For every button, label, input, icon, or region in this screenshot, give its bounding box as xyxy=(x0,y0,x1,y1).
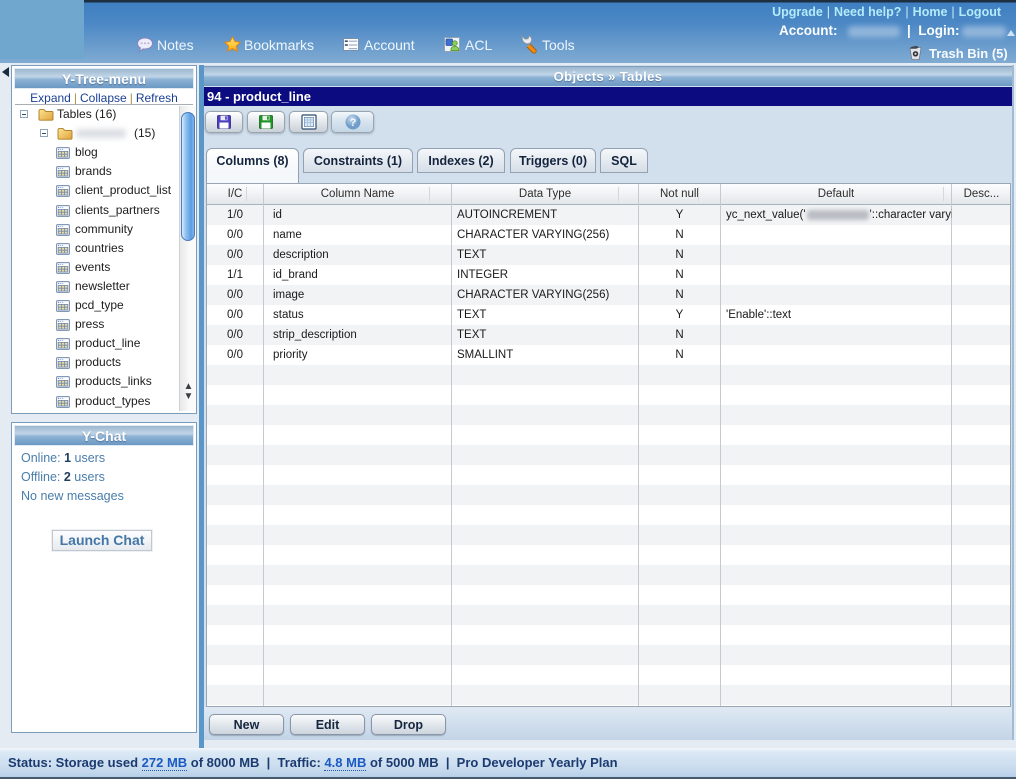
svg-text:?: ? xyxy=(349,117,356,129)
